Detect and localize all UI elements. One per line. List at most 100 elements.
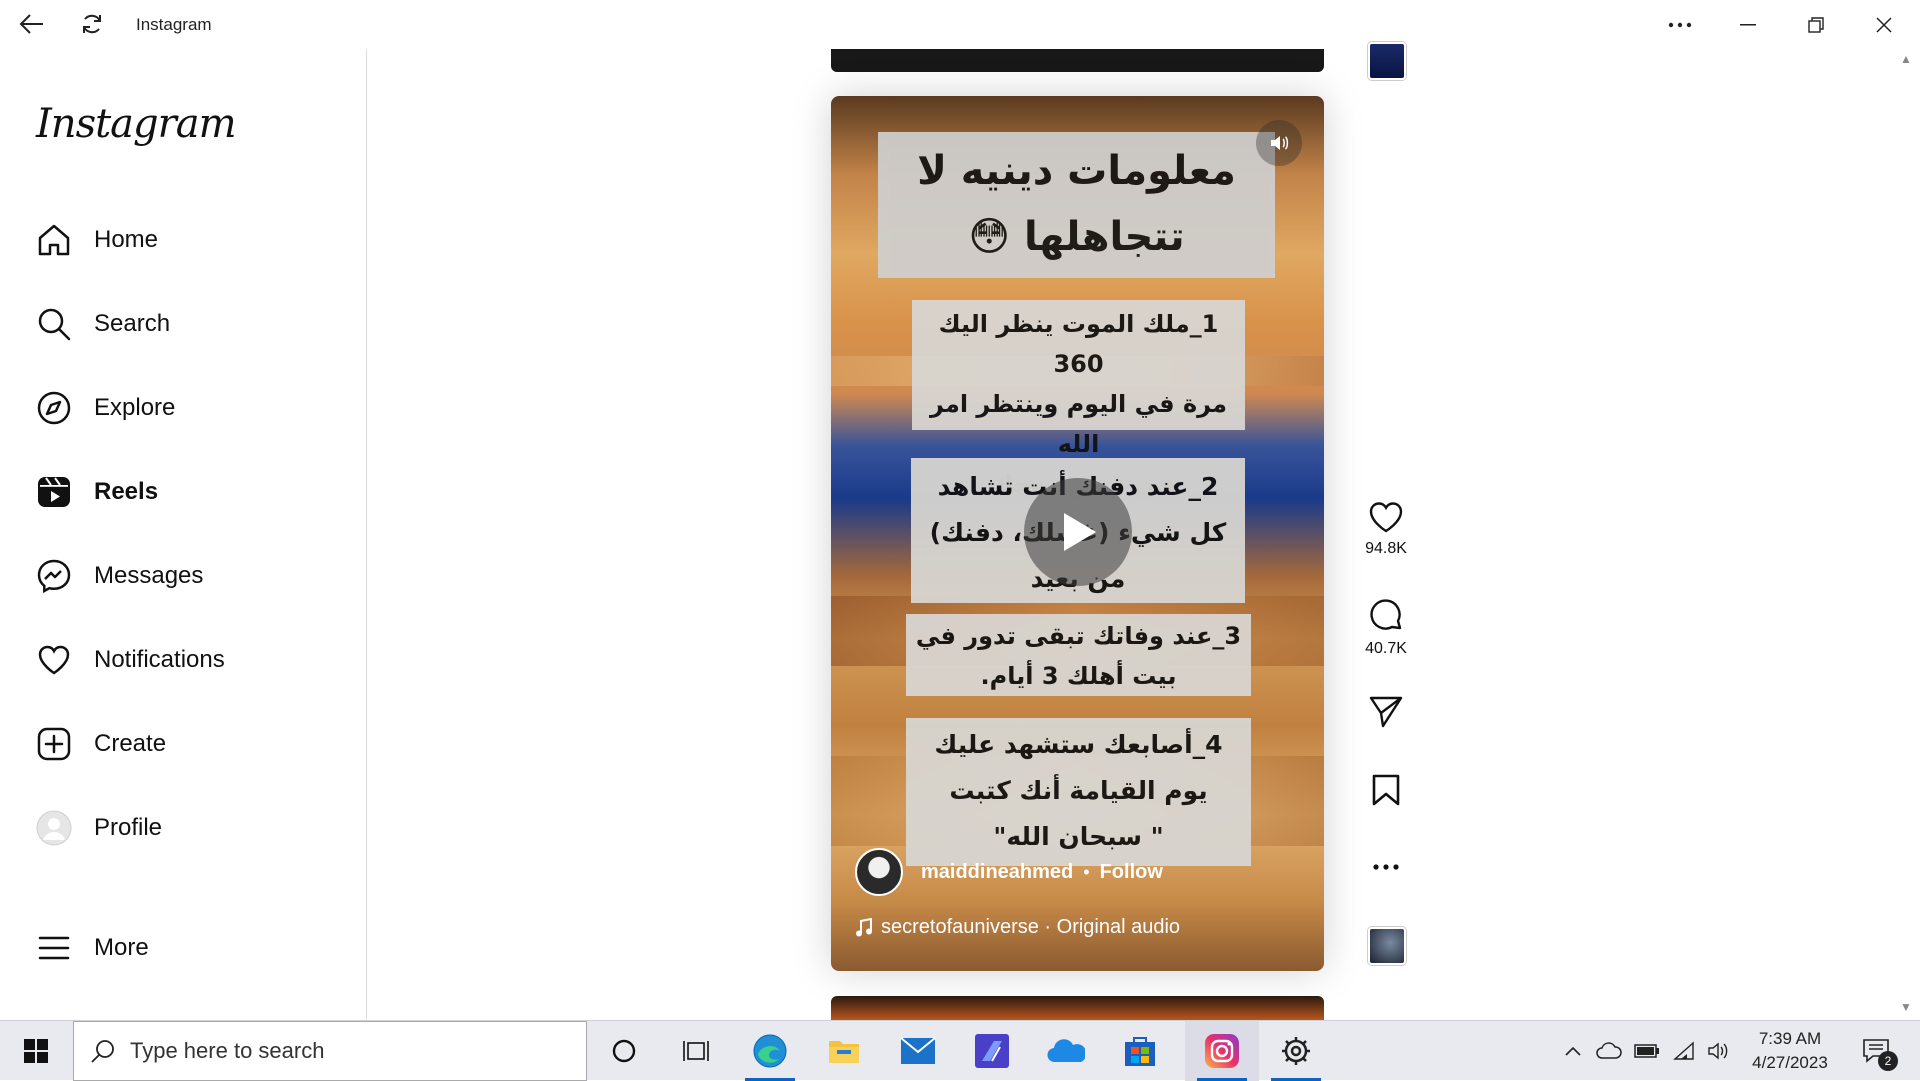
instagram-logo[interactable]: Instagram — [36, 101, 237, 147]
action-center-button[interactable]: 2 — [1854, 1021, 1898, 1081]
mail-button[interactable] — [881, 1021, 955, 1081]
sidebar-item-home[interactable]: Home — [24, 208, 354, 272]
network-tray-button[interactable] — [1670, 1021, 1700, 1081]
more-icon — [1373, 864, 1399, 870]
reel-title-text: معلومات دينيه لا تتجاهلها 😳 — [917, 148, 1236, 260]
onedrive-button[interactable] — [1029, 1021, 1103, 1081]
speaker-icon — [1271, 136, 1289, 150]
sidebar: Instagram Home Search Explore Reels Mess… — [0, 49, 367, 1019]
like-action: 94.8K — [1356, 500, 1416, 558]
start-button[interactable] — [0, 1021, 72, 1081]
more-icon — [1668, 22, 1692, 27]
search-placeholder: Type here to search — [130, 1038, 325, 1063]
hamburger-icon — [38, 936, 70, 960]
file-explorer-icon — [829, 1041, 859, 1063]
restore-button[interactable] — [1782, 0, 1850, 49]
search-icon — [38, 308, 71, 341]
sidebar-item-profile[interactable]: Profile — [24, 796, 354, 860]
more-options-action[interactable] — [1356, 864, 1416, 870]
windows-logo-icon — [24, 1039, 48, 1063]
powerapps-button[interactable] — [955, 1021, 1029, 1081]
minimize-button[interactable] — [1714, 0, 1782, 49]
sidebar-item-messages[interactable]: Messages — [24, 544, 354, 608]
sidebar-item-more[interactable]: More — [24, 916, 354, 980]
heart-icon[interactable] — [1368, 500, 1404, 534]
messenger-icon — [37, 559, 71, 594]
sidebar-item-label: Reels — [94, 478, 159, 505]
minimize-icon — [1740, 23, 1756, 25]
previous-audio-thumbnail[interactable] — [1368, 42, 1406, 80]
sidebar-item-create[interactable]: Create — [24, 712, 354, 776]
instagram-taskbar-button[interactable] — [1185, 1021, 1259, 1081]
show-hidden-icons-button[interactable] — [1560, 1021, 1586, 1081]
save-action[interactable] — [1356, 773, 1416, 807]
sidebar-item-label: Notifications — [94, 646, 225, 673]
comment-count: 40.7K — [1365, 640, 1407, 657]
cortana-button[interactable] — [587, 1021, 661, 1081]
battery-icon — [1634, 1044, 1659, 1058]
scroll-up-arrow[interactable]: ▲ — [1900, 52, 1912, 66]
next-reel-preview[interactable] — [831, 996, 1324, 1020]
volume-tray-button[interactable] — [1704, 1021, 1734, 1081]
battery-tray-button[interactable] — [1632, 1021, 1662, 1081]
sidebar-item-notifications[interactable]: Notifications — [24, 628, 354, 692]
store-button[interactable] — [1103, 1021, 1177, 1081]
play-icon — [1064, 513, 1096, 551]
reel-video[interactable]: معلومات دينيه لا تتجاهلها 😳 1_ملك الموت … — [831, 96, 1324, 971]
close-button[interactable] — [1850, 0, 1918, 49]
comment-icon[interactable] — [1368, 598, 1404, 634]
reel-author-row: maiddineahmed • Follow — [855, 848, 1163, 896]
clock-time: 7:39 AM — [1758, 1029, 1822, 1048]
back-button[interactable] — [14, 8, 50, 40]
author-username[interactable]: maiddineahmed — [921, 861, 1073, 884]
reel-audio-row[interactable]: secretofauniverse · Original audio — [855, 916, 1180, 939]
window-title: Instagram — [136, 15, 212, 34]
onedrive-tray-button[interactable] — [1594, 1021, 1624, 1081]
compass-icon — [37, 391, 71, 425]
share-action[interactable] — [1356, 695, 1416, 729]
separator-dot: • — [1083, 861, 1090, 882]
refresh-icon — [83, 14, 101, 34]
send-icon — [1369, 696, 1403, 728]
settings-button[interactable] — [1259, 1021, 1333, 1081]
sidebar-item-search[interactable]: Search — [24, 292, 354, 356]
cortana-icon — [612, 1039, 636, 1063]
search-icon — [91, 1040, 114, 1063]
cloud-sync-icon — [1596, 1042, 1622, 1059]
edge-button[interactable] — [733, 1021, 807, 1081]
sidebar-item-label: Messages — [94, 562, 204, 589]
powerapps-icon — [975, 1034, 1009, 1068]
previous-reel-preview[interactable] — [831, 49, 1324, 72]
window-more-button[interactable] — [1646, 0, 1714, 49]
sidebar-item-label: Profile — [94, 814, 163, 841]
bookmark-icon — [1372, 774, 1400, 806]
play-button[interactable] — [1024, 478, 1132, 586]
reel-title-card: معلومات دينيه لا تتجاهلها 😳 — [878, 132, 1275, 278]
taskbar-clock[interactable]: 7:39 AM 4/27/2023 — [1740, 1027, 1840, 1075]
sidebar-item-reels[interactable]: Reels — [24, 460, 354, 524]
task-view-button[interactable] — [659, 1021, 733, 1081]
scroll-down-arrow[interactable]: ▼ — [1900, 1000, 1912, 1014]
refresh-button[interactable] — [74, 8, 110, 40]
home-icon — [38, 224, 70, 256]
edge-icon — [753, 1034, 787, 1068]
follow-button[interactable]: Follow — [1100, 861, 1163, 884]
avatar — [36, 810, 72, 846]
comment-action: 40.7K — [1356, 598, 1416, 658]
clock-date: 4/27/2023 — [1752, 1053, 1828, 1072]
reel-point-card: 3_عند وفاتك تبقى تدور في بيت أهلك 3 أيام… — [906, 614, 1251, 696]
audio-thumbnail[interactable] — [1368, 927, 1406, 965]
restore-icon — [1808, 16, 1824, 33]
wifi-icon — [1673, 1041, 1694, 1060]
reel-point-text: 4_أصابعك ستشهد عليك يوم القيامة أنك كتبت… — [934, 730, 1223, 851]
file-explorer-button[interactable] — [807, 1021, 881, 1081]
music-note-icon — [856, 917, 872, 936]
reels-icon — [38, 477, 70, 507]
mute-button[interactable] — [1256, 120, 1302, 166]
window-titlebar: Instagram — [0, 0, 1920, 49]
reel-point-text: 3_عند وفاتك تبقى تدور في بيت أهلك 3 أيام… — [915, 622, 1242, 690]
sidebar-item-explore[interactable]: Explore — [24, 376, 354, 440]
author-avatar[interactable] — [855, 848, 903, 896]
settings-icon — [1282, 1037, 1310, 1065]
taskbar-search[interactable]: Type here to search — [73, 1021, 587, 1081]
